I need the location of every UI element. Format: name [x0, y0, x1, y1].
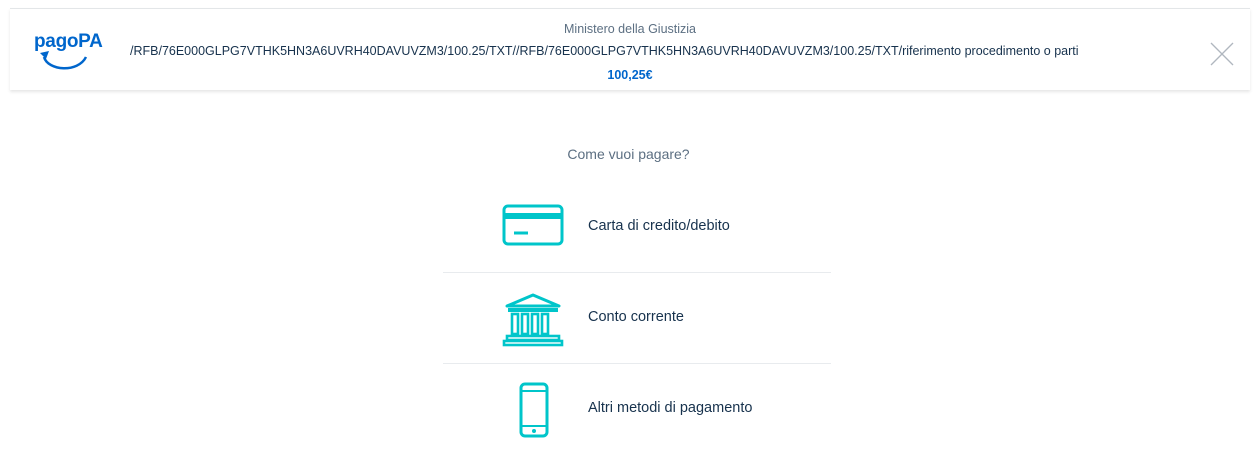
payment-method-bank-account[interactable]: Conto corrente [443, 273, 831, 364]
close-icon [1210, 42, 1234, 66]
notice-info: Ministero della Giustizia [10, 21, 1250, 37]
payment-method-label: Carta di credito/debito [588, 218, 730, 234]
credit-card-icon [501, 200, 567, 256]
payment-method-other[interactable]: Altri metodi di pagamento [443, 364, 831, 455]
payment-method-list: Carta di credito/debito Conto corrente A… [443, 182, 831, 455]
payment-method-label: Altri metodi di pagamento [588, 400, 753, 416]
close-button[interactable] [1210, 42, 1234, 66]
payment-method-card[interactable]: Carta di credito/debito [443, 182, 831, 273]
bank-icon [501, 291, 567, 347]
payment-method-question: Come vuoi pagare? [567, 146, 690, 162]
notice-subject: /RFB/76E000GLPG7VTHK5HN3A6UVRH40DAVUVZM3… [130, 44, 1079, 58]
smartphone-icon [501, 382, 567, 438]
payment-header: pagoPA Ministero della Giustizia /RFB/76… [10, 8, 1250, 90]
organization-name: Ministero della Giustizia [564, 22, 696, 36]
payment-method-label: Conto corrente [588, 309, 684, 325]
payment-amount: 100,25€ [607, 68, 653, 82]
